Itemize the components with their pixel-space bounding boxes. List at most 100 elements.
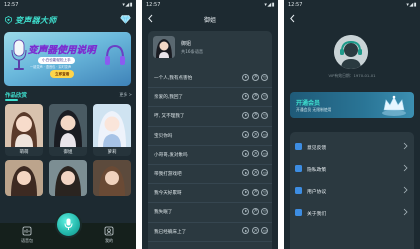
status-icons: ▾◢▮ [264, 2, 275, 8]
voice-row-text: 亲爱的,我回了 [154, 95, 184, 101]
voice-row-controls [242, 111, 268, 119]
app-logo-icon [5, 16, 12, 24]
voice-row[interactable]: 我已经躺床上了 [148, 223, 272, 242]
vip-card-subtitle: 开通会员 无限制使用 [296, 107, 332, 112]
nav-bar: 御姐 [142, 12, 278, 26]
voice-row-text: 我已经躺床上了 [154, 229, 187, 235]
play-icon[interactable] [242, 188, 249, 196]
play-icon[interactable] [242, 131, 249, 139]
voice-row-controls [242, 131, 268, 139]
voice-row[interactable]: 带我打游戏吧 [148, 165, 272, 185]
crown-icon [382, 95, 406, 116]
play-icon[interactable] [242, 207, 249, 215]
record-button[interactable] [55, 211, 82, 238]
play-icon[interactable] [242, 73, 249, 81]
favorite-icon[interactable] [261, 73, 268, 81]
character-portrait-image [49, 104, 87, 147]
section-underline [5, 99, 18, 101]
microphone-illustration-icon [11, 39, 27, 70]
status-time: 12:57 [288, 2, 303, 8]
play-icon[interactable] [242, 111, 249, 119]
share-icon[interactable] [251, 169, 259, 177]
tab-voice-pack[interactable]: 语音包 [10, 226, 44, 244]
chevron-right-icon [403, 208, 408, 216]
work-card[interactable]: 萌萌 [5, 104, 43, 156]
profile-screen: 12:57 ▾◢▮ VIP有效日期：1970-01-01 开通会员 开通会员 无… [284, 0, 420, 249]
favorite-icon[interactable] [261, 131, 268, 139]
share-icon[interactable] [251, 111, 259, 119]
work-card[interactable] [93, 160, 131, 196]
avatar[interactable] [334, 35, 368, 69]
favorite-icon[interactable] [261, 150, 268, 158]
tab-label: 语音包 [21, 238, 33, 243]
status-bar: 12:57 ▾◢▮ [284, 0, 420, 11]
character-portrait-image [49, 160, 87, 196]
menu-item-agreement[interactable]: 用户协议 [290, 180, 414, 202]
section-title: 作品欣赏 [5, 93, 28, 99]
voice-row-text: 我今天好累呀 [154, 191, 182, 197]
voice-row[interactable]: 我失眠了 [148, 203, 272, 223]
app-header: 变声器大师 [5, 14, 57, 26]
play-icon[interactable] [242, 169, 249, 177]
share-icon[interactable] [251, 207, 259, 215]
favorite-icon[interactable] [261, 169, 268, 177]
voice-pack-panel: 御姐 共16条语音 一个人,我有点害怕 亲爱的,我回了 哼, 又不理我了 宝贝你… [148, 31, 272, 249]
voice-row[interactable]: 我今天好累呀 [148, 184, 272, 204]
menu-item-feedback[interactable]: 意见反馈 [290, 136, 414, 158]
voice-row-controls [242, 92, 268, 100]
banner-pill: 小白也能轻松上手 [38, 57, 75, 64]
user-avatar-icon [334, 35, 368, 69]
chevron-right-icon [403, 142, 408, 150]
voice-row[interactable]: 一个人,我有点害怕 [148, 69, 272, 89]
share-icon[interactable] [251, 150, 259, 158]
settings-menu: 意见反馈 隐私政策 用户协议 关于我们 [290, 132, 414, 249]
share-icon[interactable] [251, 131, 259, 139]
profile-icon [104, 226, 114, 236]
voice-row[interactable]: 宝贝你吗 [148, 127, 272, 146]
tab-label: 我的 [105, 238, 113, 243]
banner-title: 变声器使用说明 [28, 45, 96, 56]
chevron-right-icon [403, 186, 408, 194]
favorite-icon[interactable] [261, 92, 268, 100]
play-icon[interactable] [242, 92, 249, 100]
headphones-illustration-icon [105, 44, 125, 65]
work-card-name: 御姐 [63, 150, 73, 155]
voice-row-controls [242, 150, 268, 158]
voice-row-text: 带我打游戏吧 [154, 171, 182, 177]
tab-mine[interactable]: 我的 [92, 226, 126, 244]
play-icon[interactable] [242, 227, 249, 234]
share-icon[interactable] [251, 227, 259, 234]
diamond-icon[interactable] [120, 15, 131, 24]
menu-item-label: 意见反馈 [307, 145, 327, 151]
more-link[interactable]: 更多 > [119, 92, 132, 98]
work-card-name: 萌萌 [19, 150, 29, 155]
work-card[interactable] [49, 160, 87, 196]
favorite-icon[interactable] [261, 111, 268, 119]
voice-row-text: 哼, 又不理我了 [154, 114, 185, 120]
work-card-name: 萝莉 [107, 150, 117, 155]
banner-view-button[interactable]: 立即查看 [50, 70, 75, 78]
work-card[interactable]: 御姐 [49, 104, 87, 156]
menu-item-about[interactable]: 关于我们 [290, 202, 414, 224]
vip-card[interactable]: 开通会员 开通会员 无限制使用 [290, 92, 414, 118]
voice-row-controls [242, 188, 268, 196]
favorite-icon[interactable] [261, 227, 268, 234]
voice-row-text: 一个人,我有点害怕 [154, 76, 193, 81]
voice-row-text: 小哥哥,发对象吗 [154, 152, 188, 158]
tutorial-banner[interactable]: 变声器使用说明 小白也能轻松上手 一键变声 · 语音包 · 实时变声 立即查看 [4, 32, 131, 86]
voice-row[interactable]: 小哥哥,发对象吗 [148, 146, 272, 165]
share-icon[interactable] [251, 188, 259, 196]
share-icon[interactable] [251, 92, 259, 100]
voice-row[interactable]: 亲爱的,我回了 [148, 88, 272, 108]
voice-row[interactable]: 哼, 又不理我了 [148, 107, 272, 127]
menu-item-privacy[interactable]: 隐私政策 [290, 158, 414, 180]
back-arrow-icon[interactable] [289, 14, 296, 23]
status-bar: 12:57 ▾◢▮ [142, 0, 278, 11]
play-icon[interactable] [242, 150, 249, 158]
favorite-icon[interactable] [261, 188, 268, 196]
about-icon [295, 209, 302, 216]
favorite-icon[interactable] [261, 207, 268, 215]
work-card[interactable] [5, 160, 43, 196]
share-icon[interactable] [251, 73, 259, 81]
work-card[interactable]: 萝莉 [93, 104, 131, 156]
